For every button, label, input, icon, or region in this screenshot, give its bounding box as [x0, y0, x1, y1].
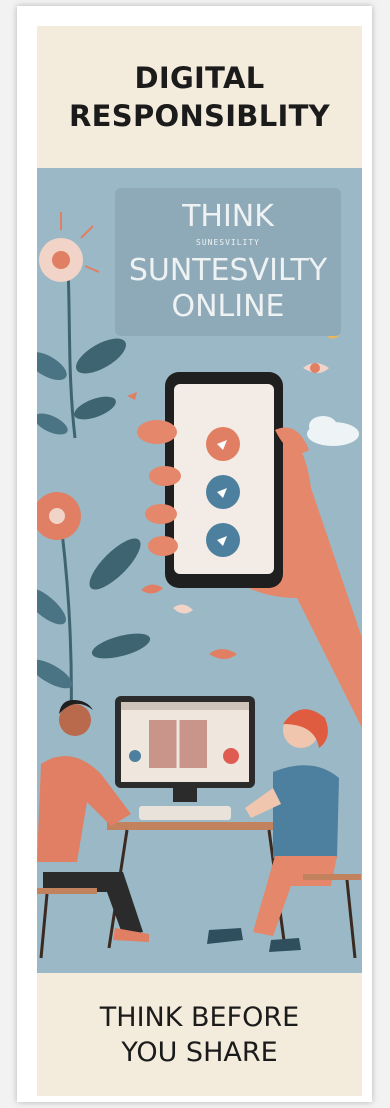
footer-line-1: THINK BEFORE — [99, 1001, 300, 1033]
think-online-sign: THINK SUNESVILITY SUNTESVILTY ONLINE — [115, 188, 341, 336]
poster-footer: THINK BEFORE YOU SHARE — [37, 973, 362, 1096]
poster-header: DIGITAL RESPONSIBLITY — [37, 26, 362, 168]
keyboard-icon — [139, 806, 231, 820]
footer-line-2: YOU SHARE — [121, 1036, 278, 1068]
leaf-icon — [37, 338, 126, 435]
sign-line-3: ONLINE — [171, 289, 285, 324]
poster-title-line-2: RESPONSIBLITY — [69, 99, 330, 133]
sign-line-1: THINK — [182, 199, 274, 234]
sign-line-2: SUNTESVILTY — [128, 253, 328, 288]
poster-title-line-1: DIGITAL — [134, 61, 265, 95]
cloud-icon — [307, 416, 359, 446]
illustration-scene: THINK SUNESVILITY SUNTESVILTY ONLINE — [37, 168, 362, 973]
poster: DIGITAL RESPONSIBLITY THINK SUNESVILITY … — [37, 26, 362, 1096]
monitor-icon — [115, 696, 255, 802]
poster-frame: DIGITAL RESPONSIBLITY THINK SUNESVILITY … — [17, 6, 372, 1102]
sign-small-text: SUNESVILITY — [196, 238, 260, 247]
flower-icon-lower — [37, 492, 151, 729]
